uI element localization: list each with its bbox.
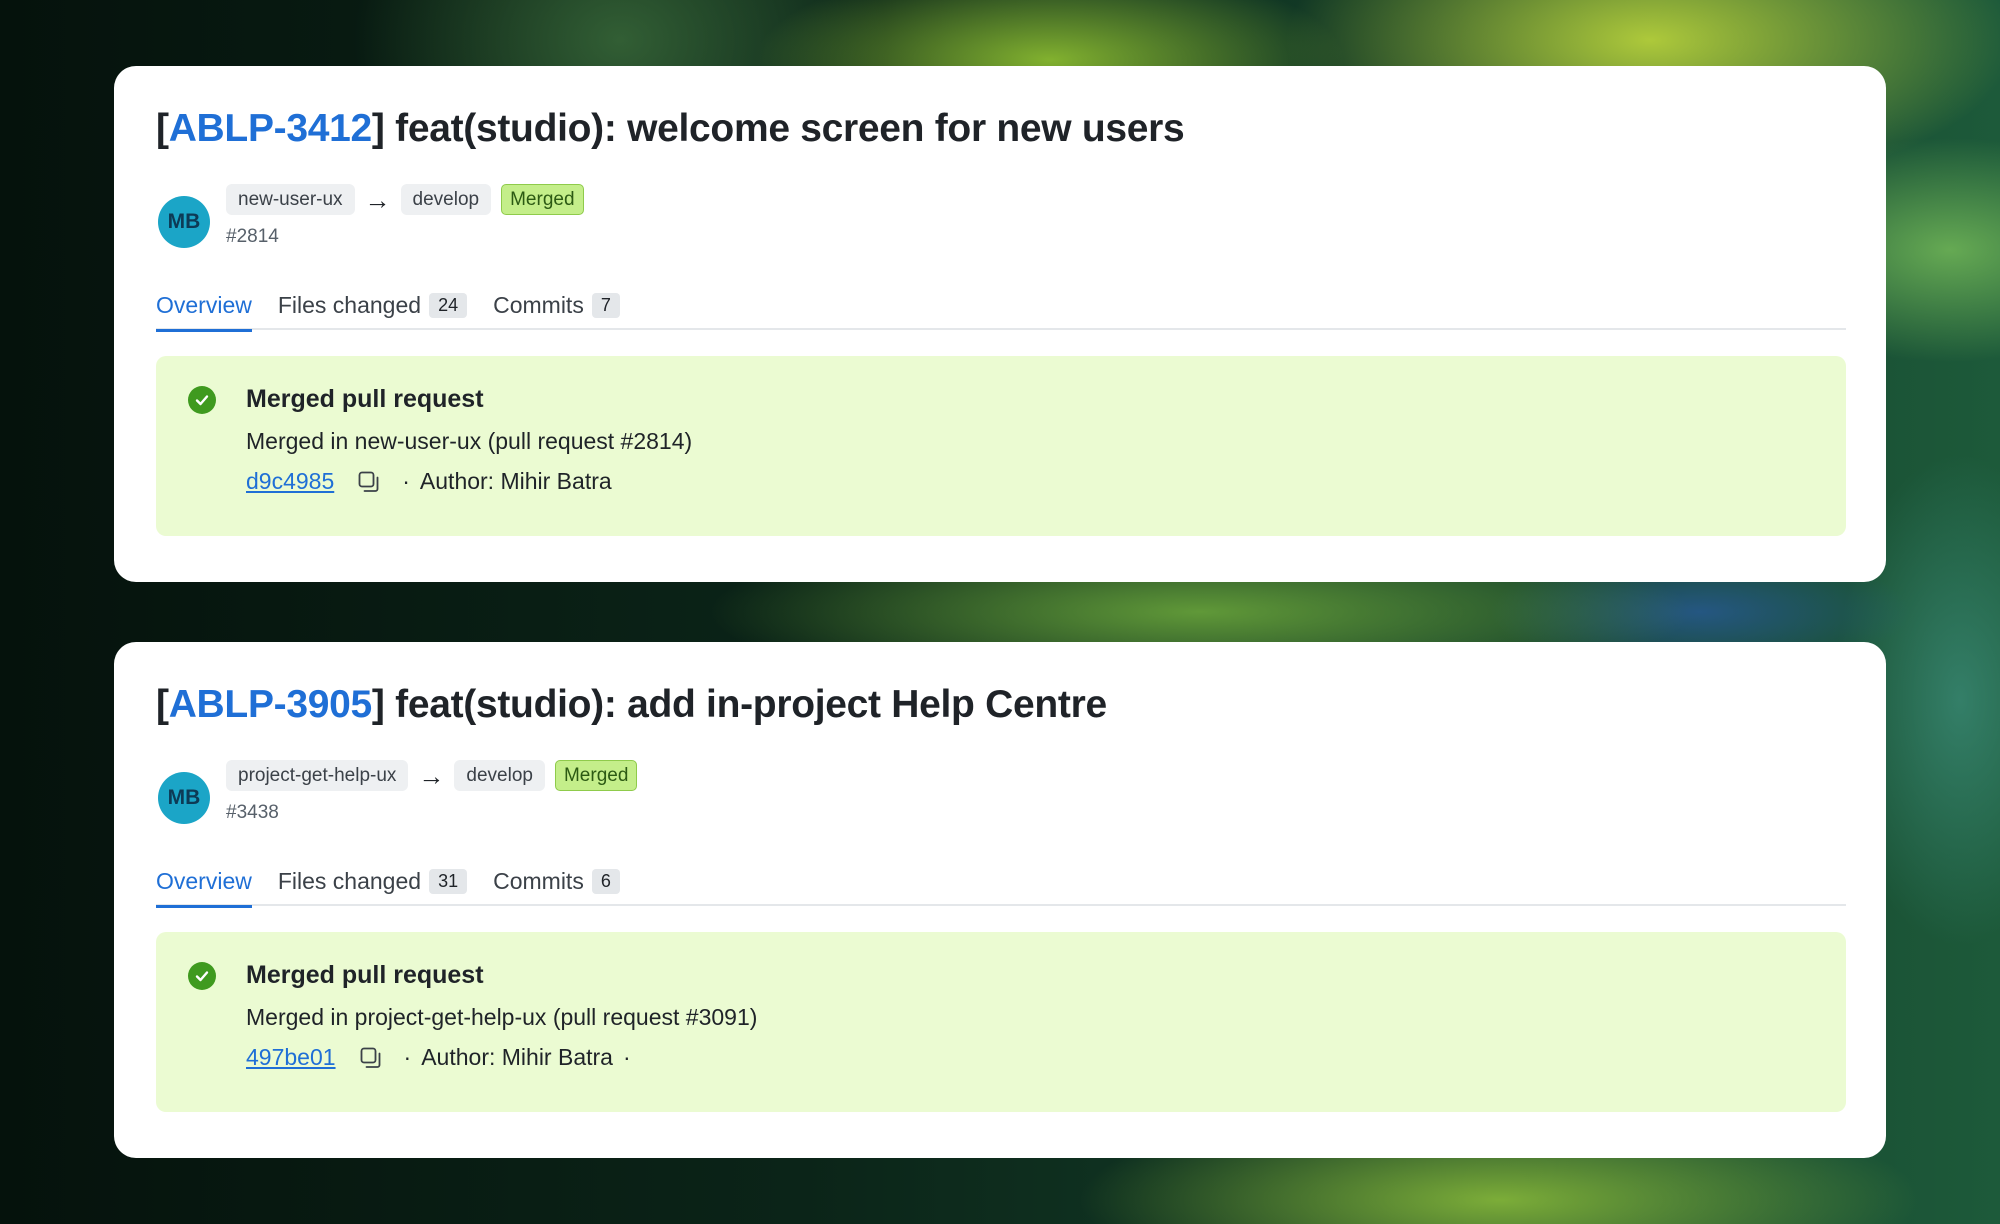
merge-status-panel: Merged pull request Merged in project-ge… bbox=[156, 932, 1846, 1112]
pr-title: [ABLP-3905] feat(studio): add in-project… bbox=[156, 683, 1107, 726]
tab-overview[interactable]: Overview bbox=[156, 280, 252, 332]
commits-count-badge: 6 bbox=[591, 868, 620, 894]
tab-commits[interactable]: Commits 7 bbox=[493, 280, 620, 330]
files-count-badge: 24 bbox=[429, 292, 468, 318]
pr-title-text: feat(studio): add in-project Help Centre bbox=[395, 683, 1107, 726]
tab-label: Overview bbox=[156, 291, 252, 318]
tab-bar: Overview Files changed 24 Commits 7 bbox=[156, 280, 1846, 332]
status-description: Merged in project-get-help-ux (pull requ… bbox=[246, 1004, 758, 1030]
pr-title: [ABLP-3412] feat(studio): welcome screen… bbox=[156, 107, 1185, 150]
merge-status-panel: Merged pull request Merged in new-user-u… bbox=[156, 356, 1846, 536]
separator: · bbox=[403, 1044, 412, 1070]
status-title: Merged pull request bbox=[246, 385, 484, 413]
copy-icon[interactable] bbox=[358, 1045, 384, 1071]
pull-request-card: [ABLP-3412] feat(studio): welcome screen… bbox=[114, 66, 1886, 582]
avatar[interactable]: MB bbox=[158, 196, 210, 248]
ticket-link[interactable]: ABLP-3905 bbox=[169, 683, 373, 726]
pr-title-text: feat(studio): welcome screen for new use… bbox=[395, 107, 1185, 150]
tab-bar: Overview Files changed 31 Commits 6 bbox=[156, 856, 1846, 908]
status-badge: Merged bbox=[554, 760, 638, 791]
pr-meta: MB project-get-help-ux → develop Merged … bbox=[156, 758, 1846, 828]
pull-request-card: [ABLP-3905] feat(studio): add in-project… bbox=[114, 642, 1886, 1158]
separator: · bbox=[622, 1044, 631, 1070]
commit-meta: 497be01 · Author: Mihir Batra · bbox=[246, 1044, 1846, 1071]
status-badge: Merged bbox=[501, 184, 584, 215]
author: Author: Mihir Batra bbox=[419, 468, 612, 494]
arrow-right-icon: → bbox=[418, 760, 445, 791]
tab-label: Files changed bbox=[277, 291, 422, 318]
tab-overview[interactable]: Overview bbox=[156, 856, 252, 908]
separator: · bbox=[402, 468, 410, 494]
check-circle-icon bbox=[188, 962, 216, 990]
status-title: Merged pull request bbox=[246, 961, 484, 989]
target-branch[interactable]: develop bbox=[400, 184, 492, 215]
branch-flow: project-get-help-ux → develop Merged bbox=[226, 760, 638, 791]
check-circle-icon bbox=[188, 386, 216, 414]
copy-icon[interactable] bbox=[356, 469, 382, 495]
tab-label: Commits bbox=[493, 867, 584, 894]
branch-flow: new-user-ux → develop Merged bbox=[226, 184, 584, 215]
pr-number: #2814 bbox=[226, 226, 279, 247]
status-description: Merged in new-user-ux (pull request #281… bbox=[246, 428, 693, 454]
pr-meta: MB new-user-ux → develop Merged #2814 bbox=[156, 182, 1846, 252]
tab-label: Overview bbox=[156, 867, 252, 894]
ticket-link[interactable]: ABLP-3412 bbox=[169, 107, 373, 150]
tab-label: Commits bbox=[493, 291, 584, 318]
commits-count-badge: 7 bbox=[591, 292, 620, 318]
source-branch[interactable]: project-get-help-ux bbox=[226, 760, 409, 791]
commit-sha-link[interactable]: 497be01 bbox=[246, 1044, 336, 1071]
author: Author: Mihir Batra bbox=[421, 1044, 613, 1070]
avatar[interactable]: MB bbox=[158, 772, 210, 824]
source-branch[interactable]: new-user-ux bbox=[226, 184, 355, 215]
commit-meta: d9c4985 · Author: Mihir Batra bbox=[246, 468, 1846, 495]
tab-label: Files changed bbox=[277, 867, 422, 894]
tab-commits[interactable]: Commits 6 bbox=[493, 856, 620, 906]
files-count-badge: 31 bbox=[429, 868, 468, 894]
tab-files-changed[interactable]: Files changed 31 bbox=[277, 856, 468, 906]
tab-files-changed[interactable]: Files changed 24 bbox=[277, 280, 468, 330]
target-branch[interactable]: develop bbox=[454, 760, 545, 791]
commit-sha-link[interactable]: d9c4985 bbox=[246, 468, 334, 495]
arrow-right-icon: → bbox=[364, 184, 391, 215]
pr-number: #3438 bbox=[226, 802, 279, 823]
